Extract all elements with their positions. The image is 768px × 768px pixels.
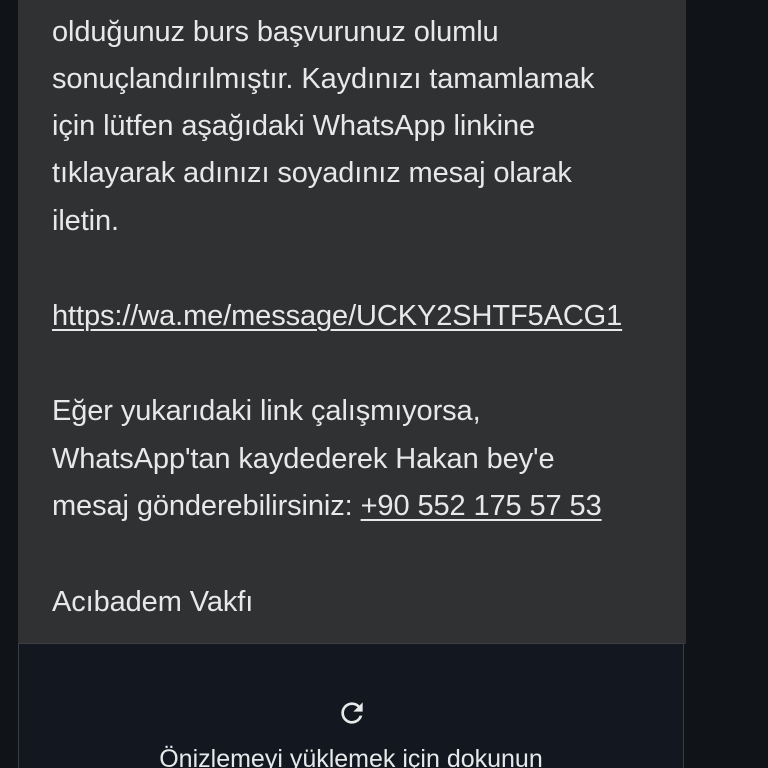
phone-prefix-text: mesaj gönderebilirsiniz: bbox=[52, 490, 361, 522]
message-line: sonuçlandırılmıştır. Kaydınızı tamamlama… bbox=[52, 63, 595, 95]
message-phone-line: mesaj gönderebilirsiniz: +90 552 175 57 … bbox=[52, 486, 602, 526]
message-signature: Acıbadem Vakfı bbox=[52, 586, 254, 618]
reload-icon[interactable] bbox=[336, 697, 368, 729]
message-link-line: https://wa.me/message/UCKY2SHTF5ACG1 bbox=[52, 296, 622, 336]
phone-number-link[interactable]: +90 552 175 57 53 bbox=[361, 490, 602, 522]
message-line: iletin. bbox=[52, 205, 119, 237]
message-line: tıklayarak adınızı soyadınız mesaj olara… bbox=[52, 157, 572, 189]
whatsapp-link[interactable]: https://wa.me/message/UCKY2SHTF5ACG1 bbox=[52, 300, 622, 332]
message-line: Eğer yukarıdaki link çalışmıyorsa, bbox=[52, 395, 481, 427]
message-line: olduğunuz burs başvurunuz olumlu bbox=[52, 16, 499, 48]
message-line: için lütfen aşağıdaki WhatsApp linkine bbox=[52, 110, 536, 142]
preview-load-label: Önizlemeyi yüklemek için dokunun bbox=[159, 745, 543, 768]
message-line: WhatsApp'tan kaydederek Hakan bey'e bbox=[52, 443, 555, 475]
message-screen: olduğunuz burs başvurunuz olumlu sonuçla… bbox=[0, 0, 768, 768]
